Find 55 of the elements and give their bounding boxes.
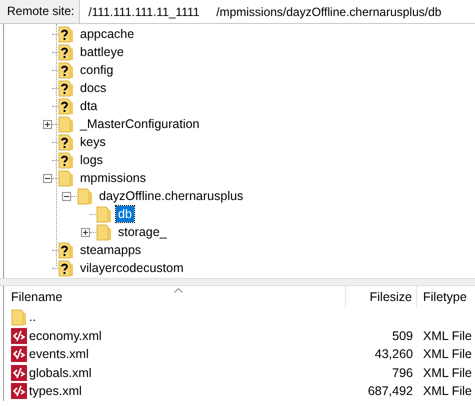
folder-item[interactable]: appcache xyxy=(78,26,136,42)
column-header[interactable]: Filetype xyxy=(417,286,475,308)
expand-icon[interactable] xyxy=(43,120,52,128)
file-size: 796 xyxy=(392,366,413,380)
file-size: 509 xyxy=(392,328,413,343)
folder-item[interactable]: steamapps xyxy=(78,242,144,258)
folder-item[interactable]: mpmissions xyxy=(78,170,148,186)
file-name[interactable]: events.xml xyxy=(29,347,89,362)
folder-icon xyxy=(58,170,74,186)
folder-item[interactable]: dta xyxy=(78,98,100,114)
xml-file-icon xyxy=(11,364,27,381)
collapse-icon[interactable] xyxy=(43,174,52,182)
folder-item[interactable]: docs xyxy=(78,80,108,96)
question-folder-icon xyxy=(58,134,74,150)
question-folder-icon xyxy=(58,152,74,168)
folder-icon xyxy=(11,308,27,326)
file-size: 687,492 xyxy=(368,384,413,398)
sort-caret-icon xyxy=(174,288,183,293)
folder-item[interactable]: battleye xyxy=(78,44,126,60)
folder-item[interactable]: keys xyxy=(78,134,108,150)
file-name[interactable]: types.xml xyxy=(29,384,82,398)
column-header[interactable]: Filesize xyxy=(345,286,417,308)
file-type: XML File xyxy=(423,328,472,343)
folder-item[interactable]: dayzOffline.chernarusplus xyxy=(97,188,246,204)
collapse-icon[interactable] xyxy=(62,192,71,200)
file-size: 43,260 xyxy=(374,347,413,362)
remote-site-label: Remote site: xyxy=(0,0,80,23)
xml-file-icon xyxy=(11,346,27,362)
question-folder-icon xyxy=(58,98,74,114)
file-type: XML File xyxy=(423,347,472,362)
folder-icon xyxy=(96,224,112,240)
folder-item[interactable]: logs xyxy=(78,152,105,168)
question-folder-icon xyxy=(58,62,74,78)
question-folder-icon xyxy=(58,80,74,96)
folder-item[interactable]: db xyxy=(116,206,134,222)
file-name[interactable]: economy.xml xyxy=(29,328,102,343)
file-type: XML File xyxy=(423,366,472,380)
question-folder-icon xyxy=(58,242,74,258)
folder-icon xyxy=(58,116,74,132)
folder-item[interactable]: vilayercodecustom xyxy=(78,260,186,276)
file-type: XML File xyxy=(423,384,472,398)
column-header[interactable]: Filename xyxy=(4,286,345,308)
xml-file-icon xyxy=(11,383,27,400)
expand-icon[interactable] xyxy=(81,228,90,236)
question-folder-icon xyxy=(58,260,74,276)
folder-item[interactable]: _MasterConfiguration xyxy=(78,116,202,132)
folder-item[interactable]: storage_ xyxy=(116,224,169,240)
folder-icon xyxy=(96,206,112,222)
folder-item[interactable]: config xyxy=(78,62,116,78)
file-name[interactable]: globals.xml xyxy=(29,366,92,380)
question-folder-icon xyxy=(58,44,74,60)
question-folder-icon xyxy=(58,26,74,42)
xml-file-icon xyxy=(11,328,27,344)
file-name[interactable]: .. xyxy=(29,310,36,324)
folder-icon xyxy=(77,188,93,204)
